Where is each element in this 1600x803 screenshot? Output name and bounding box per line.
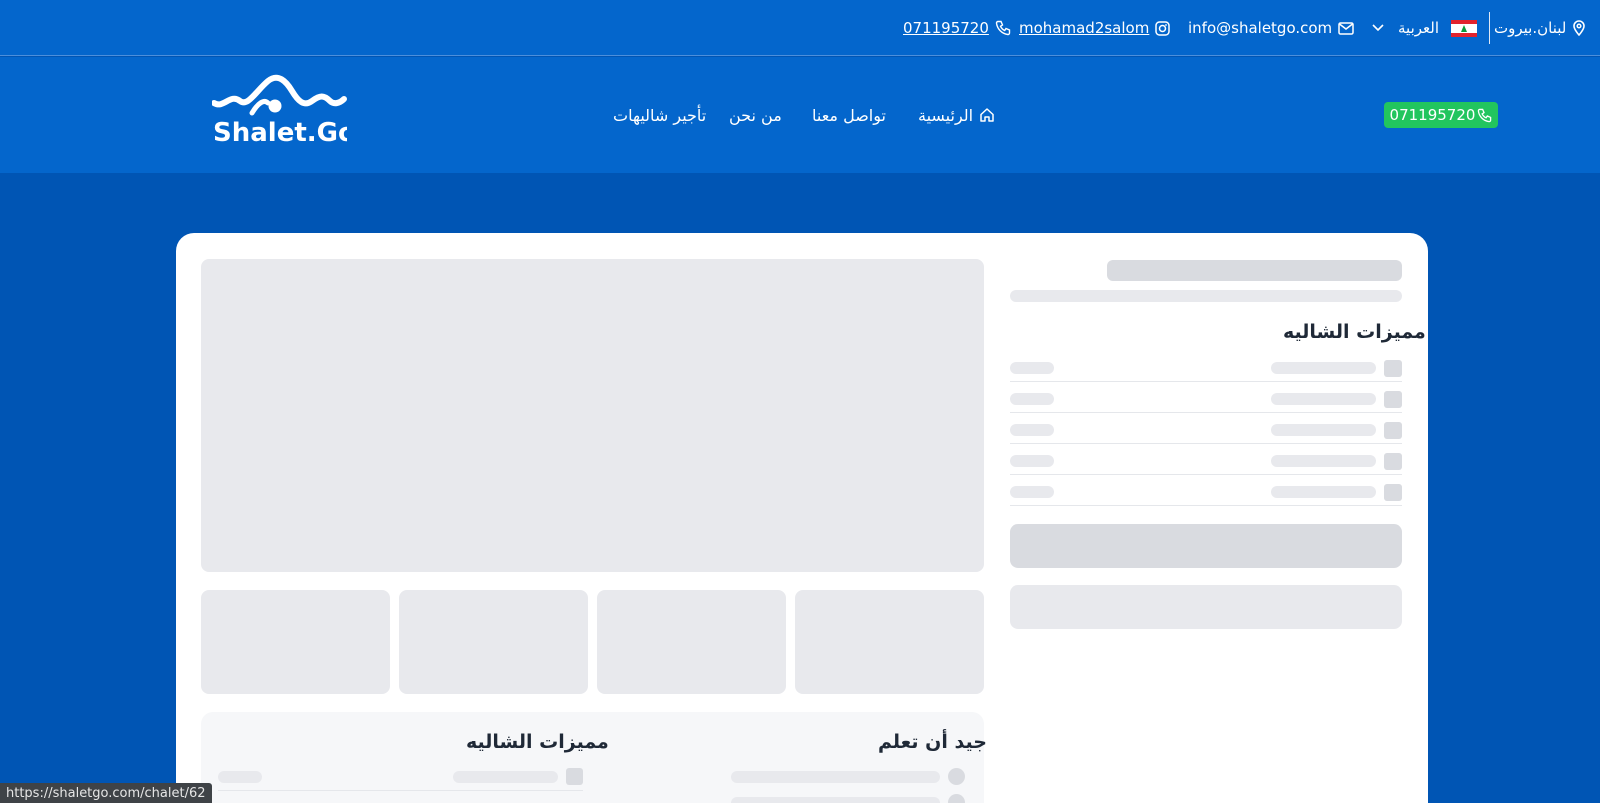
thumbnail-placeholder [795, 590, 984, 694]
map-pin-icon [1572, 20, 1586, 36]
info-bullet-placeholder [948, 768, 965, 785]
feature-icon-placeholder [1384, 391, 1402, 408]
phone-icon [995, 20, 1011, 36]
feature-icon-placeholder [1384, 360, 1402, 377]
nav-contact[interactable]: تواصل معنا [812, 100, 886, 130]
phone-icon [1477, 108, 1492, 123]
info-line-placeholder [731, 771, 940, 783]
logo-text: Shalet.Go [213, 118, 347, 147]
secondary-button-placeholder [1010, 585, 1402, 629]
row-divider [1010, 381, 1402, 382]
features-title: مميزات الشاليه [1283, 321, 1426, 343]
phone-link[interactable]: 071195720 [903, 0, 1011, 56]
feature-label-placeholder [453, 771, 558, 783]
status-url: https://shaletgo.com/chalet/62 [6, 785, 206, 801]
thumbnail-placeholder [597, 590, 786, 694]
instagram-icon [1155, 20, 1171, 36]
feature-icon-placeholder [1384, 422, 1402, 439]
thumbnail-placeholder [201, 590, 390, 694]
email-text: info@shaletgo.com [1188, 19, 1333, 37]
feature-value-placeholder [1010, 424, 1054, 436]
feature-value-placeholder [1010, 393, 1054, 405]
feature-value-placeholder [1010, 362, 1054, 374]
call-button[interactable]: 071195720 [1384, 102, 1498, 128]
feature-icon-placeholder [1384, 484, 1402, 501]
feature-value-placeholder [218, 771, 262, 783]
nav-home[interactable]: الرئيسية [918, 100, 995, 130]
home-icon [979, 107, 995, 123]
feature-icon-placeholder [566, 768, 583, 785]
location-info: لبنان.بيروت [1494, 0, 1586, 56]
nav-about-label: من نحن [729, 105, 782, 125]
thumbnail-placeholder [399, 590, 588, 694]
feature-label-placeholder [1271, 393, 1376, 405]
booking-button-placeholder [1010, 524, 1402, 568]
row-divider [1010, 505, 1402, 506]
call-button-label: 071195720 [1389, 106, 1476, 124]
language-selector[interactable]: العربية [1372, 0, 1477, 56]
feature-value-placeholder [1010, 455, 1054, 467]
row-divider [218, 790, 583, 791]
link-status-bar: https://shaletgo.com/chalet/62 [0, 783, 212, 803]
row-divider [1010, 443, 1402, 444]
phone-number: 071195720 [903, 19, 989, 37]
nav-rent-label: تأجير شاليهات [613, 105, 707, 125]
instagram-handle: mohamad2salom [1019, 19, 1150, 37]
nav-about[interactable]: من نحن [729, 100, 782, 130]
feature-label-placeholder [1271, 424, 1376, 436]
email-link[interactable]: info@shaletgo.com [1188, 0, 1354, 56]
instagram-link[interactable]: mohamad2salom [1019, 0, 1171, 56]
shaletgo-logo[interactable]: Shalet.Go [212, 73, 347, 151]
info-line-placeholder [731, 797, 940, 803]
feature-label-placeholder [1271, 455, 1376, 467]
row-divider [1010, 412, 1402, 413]
language-label: العربية [1398, 19, 1439, 37]
good-to-know-title: جيد أن تعلم [878, 731, 987, 753]
features-title-bottom: مميزات الشاليه [466, 731, 609, 753]
feature-label-placeholder [1271, 362, 1376, 374]
chevron-down-icon [1372, 24, 1384, 32]
feature-icon-placeholder [1384, 453, 1402, 470]
feature-label-placeholder [1271, 486, 1376, 498]
nav-home-label: الرئيسية [918, 105, 974, 125]
mail-icon [1338, 21, 1354, 35]
location-text: لبنان.بيروت [1494, 19, 1567, 37]
divider [1489, 12, 1490, 44]
subtitle-placeholder [1010, 290, 1402, 302]
title-placeholder [1107, 260, 1402, 281]
main-image-placeholder [201, 259, 984, 572]
nav-contact-label: تواصل معنا [812, 105, 886, 125]
nav-rent[interactable]: تأجير شاليهات [613, 100, 706, 130]
top-bar: لبنان.بيروت العربية info@shaletgo.com mo… [0, 0, 1600, 56]
feature-value-placeholder [1010, 486, 1054, 498]
lebanon-flag-icon [1451, 19, 1477, 37]
row-divider [1010, 474, 1402, 475]
